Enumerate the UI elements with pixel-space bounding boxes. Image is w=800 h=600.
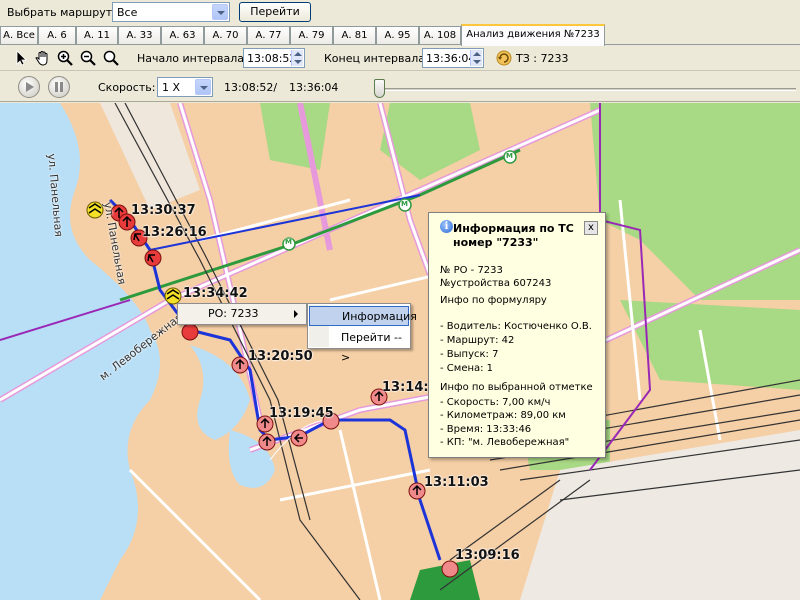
zoom-extent-icon[interactable]: [102, 49, 120, 67]
info-line: № РО - 7233: [440, 265, 503, 276]
info-line: - Время: 13:33:46: [440, 424, 532, 435]
pause-icon: [55, 82, 63, 92]
marker-time-label: 13:30:37: [131, 203, 196, 218]
go-button[interactable]: Перейти: [239, 2, 311, 22]
spinner-icon[interactable]: [470, 50, 482, 66]
start-interval-input[interactable]: 13:08:52: [243, 48, 305, 68]
chevron-down-icon[interactable]: [212, 4, 228, 20]
pointer-icon[interactable]: [12, 49, 30, 67]
end-interval-input[interactable]: 13:36:04: [422, 48, 484, 68]
map-view[interactable]: М М М ул. Панельная ул. Панельная м. Лев…: [0, 103, 800, 600]
park-area: [260, 103, 330, 170]
tab-route-81[interactable]: А. 81: [333, 26, 376, 44]
info-line: - Километраж: 89,00 км: [440, 410, 566, 421]
zoom-in-icon[interactable]: [56, 49, 74, 67]
info-line: №устройства 607243: [440, 278, 552, 289]
chevron-down-icon[interactable]: [195, 79, 211, 95]
marker-time-label: 13:11:03: [424, 475, 489, 490]
info-title-line: номер "7233": [453, 236, 539, 249]
info-line: - Скорость: 7,00 км/ч: [440, 397, 551, 408]
end-interval-label: Конец интервала: [324, 52, 425, 65]
info-section-heading: Инфо по выбранной отметке: [440, 382, 593, 393]
map-canvas: [0, 103, 800, 600]
timeline-slider-thumb[interactable]: [374, 79, 385, 98]
marker-time-label: 13:34:42: [183, 286, 248, 301]
end-interval-value: 13:36:04: [426, 52, 476, 65]
marker-time-label: 13:19:45: [269, 406, 334, 421]
info-line: - Маршрут: 42: [440, 335, 515, 346]
tab-route-63[interactable]: А. 63: [161, 26, 204, 44]
route-select-value: Все: [117, 6, 138, 19]
speed-label: Скорость:: [98, 81, 156, 94]
pause-button[interactable]: [48, 76, 70, 98]
refresh-icon[interactable]: [495, 49, 513, 67]
timeline-slider-track[interactable]: [376, 88, 796, 91]
info-line: - Водитель: Костюченко О.В.: [440, 321, 592, 332]
map-toolbar: Начало интервала 13:08:52 Конец интервал…: [0, 45, 800, 71]
metro-symbol: М: [285, 238, 292, 246]
tab-movement-analysis[interactable]: Анализ движения №7233: [461, 24, 605, 46]
info-icon: i: [440, 220, 453, 233]
metro-symbol: М: [506, 152, 513, 160]
metro-symbol: М: [401, 200, 408, 208]
menu-item-info[interactable]: Информация: [309, 306, 417, 326]
menu-item-ro[interactable]: РО: 7233: [178, 304, 306, 324]
info-line: - Смена: 1: [440, 363, 494, 374]
info-line: - КП: "м. Левобережная": [440, 437, 570, 448]
start-interval-label: Начало интервала: [137, 52, 245, 65]
tab-route-79[interactable]: А. 79: [290, 26, 333, 44]
speed-value: 1 X: [162, 81, 181, 94]
context-submenu: Информация Перейти -->: [307, 303, 417, 364]
route-select-label: Выбрать маршрут: [7, 6, 113, 19]
info-line: - Выпуск: 7: [440, 349, 499, 360]
tab-route-6[interactable]: А. 6: [38, 26, 76, 44]
spinner-icon[interactable]: [291, 50, 303, 66]
zoom-out-icon[interactable]: [79, 49, 97, 67]
marker-time-label: 13:14:: [382, 380, 429, 395]
route-select-bar: Выбрать маршрут Все Перейти: [0, 0, 800, 24]
tab-route-70[interactable]: А. 70: [204, 26, 247, 44]
start-interval-value: 13:08:52: [247, 52, 297, 65]
tab-strip: А. Все А. 6 А. 11 А. 33 А. 63 А. 70 А. 7…: [0, 24, 800, 46]
tab-all[interactable]: А. Все: [0, 26, 38, 44]
speed-select[interactable]: 1 X: [157, 77, 213, 97]
play-button[interactable]: [18, 76, 40, 98]
current-time: 13:08:52/: [224, 81, 278, 94]
tab-route-77[interactable]: А. 77: [247, 26, 290, 44]
tab-route-11[interactable]: А. 11: [76, 26, 118, 44]
vehicle-label: ТЗ : 7233: [516, 52, 569, 65]
end-time: 13:36:04: [289, 81, 339, 94]
tab-route-95[interactable]: А. 95: [376, 26, 419, 44]
playback-bar: Скорость: 1 X 13:08:52/ 13:36:04: [0, 72, 800, 102]
info-title-line: Информация по ТС: [453, 222, 574, 235]
close-button[interactable]: x: [584, 221, 598, 235]
context-menu: РО: 7233: [177, 303, 307, 325]
tab-route-108[interactable]: А. 108: [419, 26, 461, 44]
info-title: Информация по ТС номер "7233": [453, 222, 574, 250]
tab-route-33[interactable]: А. 33: [118, 26, 161, 44]
menu-item-goto[interactable]: Перейти -->: [309, 328, 409, 364]
marker-time-label: 13:26:16: [142, 225, 207, 240]
marker-time-label: 13:09:16: [455, 548, 520, 563]
route-select-dropdown[interactable]: Все: [112, 2, 230, 22]
info-section-heading: Инфо по формуляру: [440, 295, 547, 306]
marker-time-label: 13:20:50: [248, 349, 313, 364]
vehicle-info-panel: Информация по ТС номер "7233" № РО - 723…: [428, 212, 606, 458]
play-icon: [26, 82, 34, 92]
hand-pan-icon[interactable]: [34, 49, 52, 67]
